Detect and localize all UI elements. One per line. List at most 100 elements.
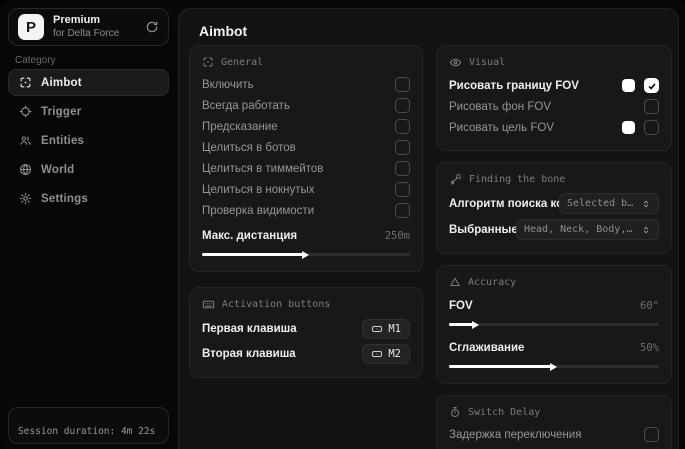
smoothing-slider-row: Сглаживание 50% [449,336,659,359]
selected-bones-label: Выбранные кос [449,223,516,236]
switch-delay-card-header: Switch Delay [449,406,659,418]
sidebar-item-aimbot[interactable]: Aimbot [8,69,169,96]
slider-thumb[interactable] [302,250,309,259]
accuracy-card-title: Accuracy [468,276,517,288]
second-key-label: Вторая клавиша [202,347,296,360]
enable-checkbox[interactable] [395,77,410,92]
accuracy-card-header: Accuracy [449,276,659,288]
right-column: Visual Рисовать границу FOV Рисовать фон… [436,45,672,449]
switch-delay-card-title: Switch Delay [468,406,541,418]
activation-card-title: Activation buttons [222,299,331,310]
mouse-icon [371,323,383,335]
fov-background-label: Рисовать фон FOV [449,100,551,113]
first-key-label: Первая клавиша [202,322,297,335]
bone-algorithm-row: Алгоритм поиска кост Selected bone [449,192,659,215]
general-row-target-teammates: Целиться в тиммейтов [202,158,410,179]
sidebar-item-world[interactable]: World [8,156,169,183]
general-row-target-knocked: Целиться в нокнутых [202,179,410,200]
row-label: Целиться в тиммейтов [202,162,324,175]
smoothing-slider[interactable] [449,362,659,371]
session-duration-text: Session duration: 4m 22s [18,426,156,437]
bone-algorithm-select[interactable]: Selected bone [559,193,659,214]
eye-icon [449,56,462,69]
check-icon [647,81,657,91]
max-distance-row: Макс. дистанция 250m [202,224,410,247]
fov-border-color-swatch[interactable] [622,79,635,92]
general-row-enable: Включить [202,74,410,95]
slider-fill [449,362,557,371]
sidebar-item-label: Entities [41,134,85,147]
target-knocked-checkbox[interactable] [395,182,410,197]
switch-delay-checkbox[interactable] [644,427,659,442]
general-row-visibility-check: Проверка видимости [202,200,410,221]
prediction-checkbox[interactable] [395,119,410,134]
delta-triangle-icon [449,276,461,288]
fov-border-row: Рисовать границу FOV [449,75,659,96]
always-work-checkbox[interactable] [395,98,410,113]
first-key-value: M1 [388,322,401,335]
second-key-button[interactable]: M2 [362,343,410,364]
fov-background-row: Рисовать фон FOV [449,96,659,117]
selected-bones-row: Выбранные кос Head, Neck, Body, Pe.. [449,218,659,241]
fov-slider[interactable] [449,320,659,329]
activation-card-header: Activation buttons [202,298,410,311]
unfold-icon [641,199,651,209]
row-label: Включить [202,78,254,91]
sidebar-nav: Aimbot Trigger Entities World Settings [8,69,169,214]
visual-card: Visual Рисовать границу FOV Рисовать фон… [436,45,672,151]
category-label: Category [15,55,56,66]
max-distance-label: Макс. дистанция [202,229,298,242]
visibility-check-checkbox[interactable] [395,203,410,218]
sidebar-item-settings[interactable]: Settings [8,185,169,212]
visual-card-header: Visual [449,56,659,69]
fov-value: 60° [640,299,659,312]
main-panel: Aimbot General Включить Всегда работать … [178,8,679,449]
row-label: Предсказание [202,120,278,133]
target-bots-checkbox[interactable] [395,140,410,155]
max-distance-value: 250m [384,229,410,242]
switch-delay-enable-row: Задержка переключения [449,424,659,445]
selected-bones-select[interactable]: Head, Neck, Body, Pe.. [516,219,659,240]
fov-border-checkbox[interactable] [644,78,659,93]
sidebar-item-label: World [41,163,75,176]
slider-track [449,320,659,329]
brand-text: Premium for Delta Force [53,14,119,40]
fov-target-color-swatch[interactable] [622,121,635,134]
bone-card-title: Finding the bone [469,174,566,185]
slider-thumb[interactable] [472,320,480,329]
max-distance-slider[interactable] [202,250,410,259]
first-key-button[interactable]: M1 [362,318,410,339]
slider-track [202,250,410,259]
fov-target-label: Рисовать цель FOV [449,121,554,134]
sidebar-item-label: Trigger [41,105,82,118]
session-duration-card: Session duration: 4m 22s [8,407,169,444]
target-teammates-checkbox[interactable] [395,161,410,176]
selected-bones-value: Head, Neck, Body, Pe.. [524,224,635,235]
general-card-header: General [202,56,410,68]
brand-logo: P [18,14,44,40]
refresh-icon[interactable] [145,20,159,34]
smoothing-value: 50% [640,341,659,354]
switch-delay-card: Switch Delay Задержка переключения Задер… [436,395,672,449]
fov-background-checkbox[interactable] [644,99,659,114]
slider-thumb[interactable] [550,362,557,371]
unfold-icon [641,225,651,235]
switch-delay-enable-label: Задержка переключения [449,428,582,441]
row-label: Всегда работать [202,99,290,112]
general-card-title: General [221,56,264,68]
left-column: General Включить Всегда работать Предска… [189,45,423,393]
bone-algorithm-label: Алгоритм поиска кост [449,197,559,210]
row-label: Проверка видимости [202,204,315,217]
slider-fill [202,250,309,259]
page-title: Aimbot [199,23,248,39]
keyboard-icon [202,298,215,311]
sidebar-item-trigger[interactable]: Trigger [8,98,169,125]
general-scan-icon [202,56,214,68]
bone-algorithm-value: Selected bone [567,198,635,209]
sidebar-item-entities[interactable]: Entities [8,127,169,154]
sidebar-item-label: Aimbot [41,76,82,89]
bone-icon [449,173,462,186]
general-row-always-work: Всегда работать [202,95,410,116]
fov-target-checkbox[interactable] [644,120,659,135]
sidebar: P Premium for Delta Force Category Aimbo… [0,0,178,449]
